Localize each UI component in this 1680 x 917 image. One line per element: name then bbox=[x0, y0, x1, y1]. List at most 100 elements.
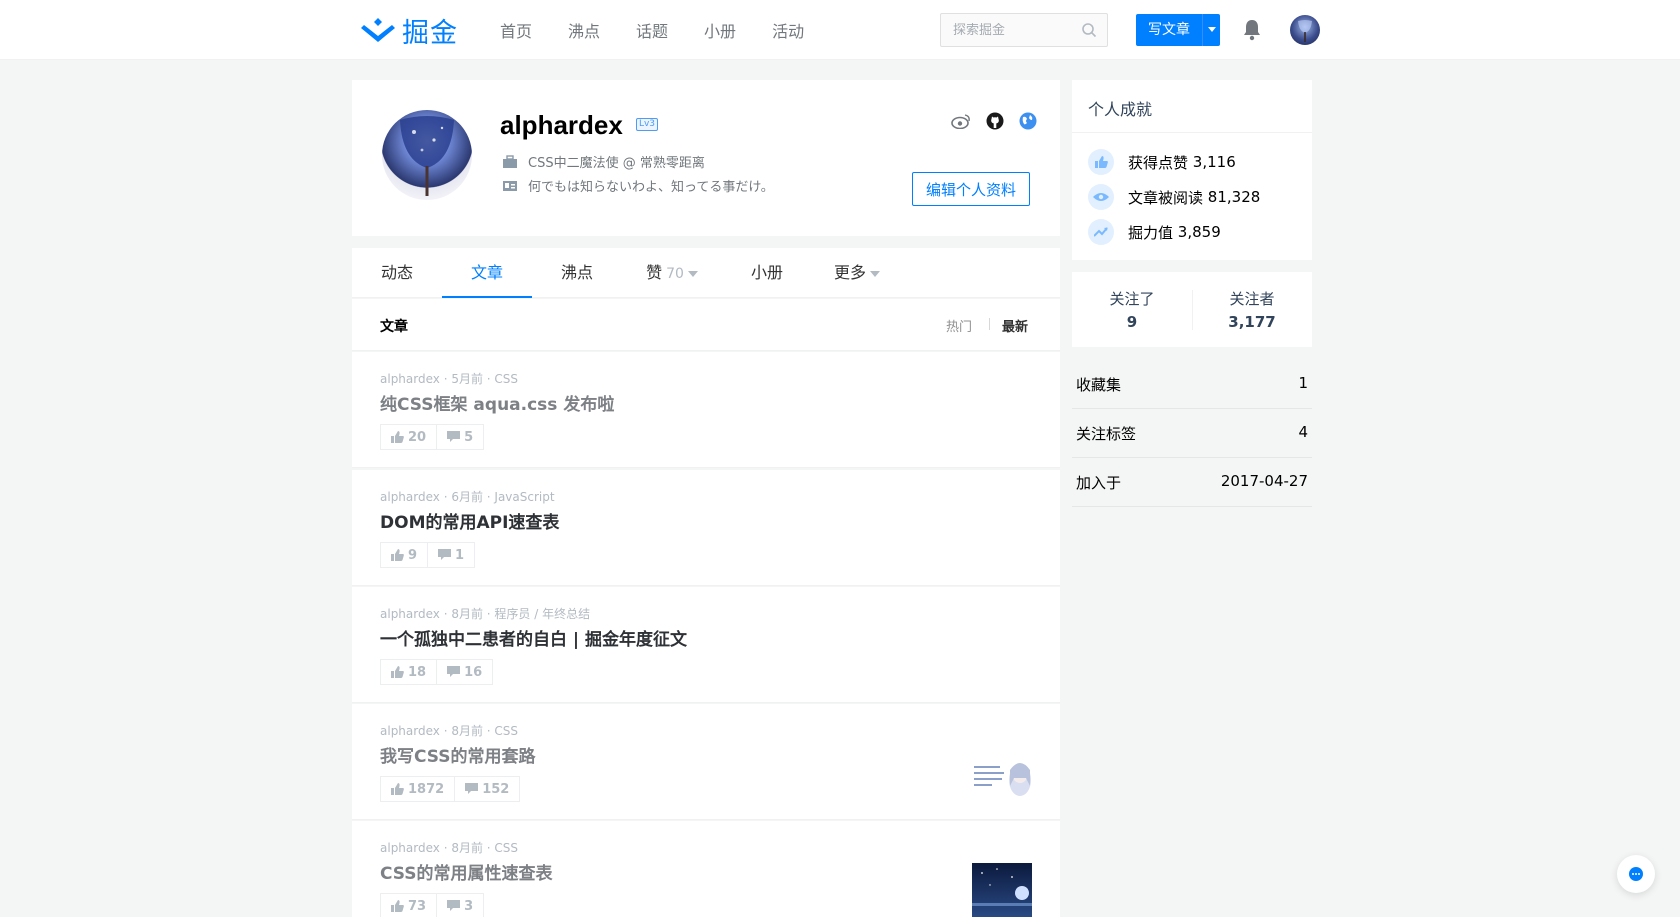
like-button[interactable]: 18 bbox=[380, 659, 438, 685]
profile-job-text: CSS中二魔法使 @ 常熟零距离 bbox=[528, 156, 705, 171]
comment-count: 16 bbox=[464, 664, 483, 680]
tab-articles[interactable]: 文章 bbox=[442, 248, 532, 298]
trend-up-icon bbox=[1088, 219, 1114, 245]
globe-icon bbox=[1019, 112, 1037, 130]
id-card-icon bbox=[503, 180, 517, 191]
user-avatar[interactable] bbox=[1290, 15, 1320, 45]
tab-books[interactable]: 小册 bbox=[722, 248, 812, 298]
tab-activity-label: 动态 bbox=[380, 263, 413, 282]
profile-bio: 何でもは知らないわよ、知ってる事だけ。 bbox=[502, 176, 774, 195]
write-menu-toggle[interactable] bbox=[1202, 14, 1220, 46]
article-meta: alphardex · 8月前 · 程序员 / 年终总结 bbox=[380, 607, 591, 621]
article-thumbnail-anime-icon bbox=[972, 746, 1032, 806]
nav-pins[interactable]: 沸点 bbox=[568, 18, 600, 42]
search-input[interactable] bbox=[953, 22, 1073, 38]
write-article-button[interactable]: 写文章 bbox=[1136, 14, 1202, 46]
avatar-wineglass-icon bbox=[400, 116, 454, 196]
stat-tags[interactable]: 关注标签 4 bbox=[1072, 409, 1312, 458]
github-link[interactable] bbox=[984, 110, 1006, 132]
comment-button[interactable]: 16 bbox=[437, 659, 494, 685]
tab-pins[interactable]: 沸点 bbox=[532, 248, 622, 298]
article-item[interactable]: alphardex · 8月前 · CSS 我写CSS的常用套路 1872 15… bbox=[352, 704, 1060, 820]
following-stat[interactable]: 关注了 9 bbox=[1072, 288, 1192, 331]
profile-bio-text: 何でもは知らないわよ、知ってる事だけ。 bbox=[528, 180, 774, 195]
followers-stat[interactable]: 关注者 3,177 bbox=[1192, 288, 1312, 331]
comment-button[interactable]: 1 bbox=[428, 542, 476, 568]
like-count: 73 bbox=[408, 898, 427, 914]
github-icon bbox=[986, 112, 1004, 130]
level-badge: Lv3 bbox=[636, 118, 658, 131]
nav-books[interactable]: 小册 bbox=[704, 18, 736, 42]
weibo-icon bbox=[951, 114, 970, 129]
profile-avatar bbox=[382, 110, 472, 200]
article-title[interactable]: 我写CSS的常用套路 bbox=[380, 742, 536, 767]
thumbs-up-icon bbox=[391, 431, 404, 443]
search-icon[interactable] bbox=[1081, 22, 1097, 38]
website-link[interactable] bbox=[1017, 110, 1039, 132]
tab-more[interactable]: 更多 bbox=[812, 248, 902, 298]
article-item[interactable]: alphardex · 8月前 · CSS CSS的常用属性速查表 73 3 bbox=[352, 821, 1060, 917]
achievement-reads: 文章被阅读 81,328 bbox=[1088, 184, 1260, 210]
article-actions: 73 3 bbox=[380, 893, 485, 917]
comment-button[interactable]: 3 bbox=[437, 893, 485, 917]
tab-books-label: 小册 bbox=[750, 263, 783, 282]
like-button[interactable]: 73 bbox=[380, 893, 438, 917]
sort-hot[interactable]: 热门 bbox=[946, 316, 972, 335]
like-button[interactable]: 1872 bbox=[380, 776, 456, 802]
tab-likes[interactable]: 赞 70 bbox=[622, 248, 722, 298]
tab-articles-label: 文章 bbox=[470, 263, 503, 282]
nav-events[interactable]: 活动 bbox=[772, 18, 804, 42]
article-title[interactable]: 纯CSS框架 aqua.css 发布啦 bbox=[380, 390, 614, 415]
like-button[interactable]: 20 bbox=[380, 424, 438, 450]
comment-count: 3 bbox=[464, 898, 474, 914]
feedback-chat-button[interactable] bbox=[1617, 855, 1655, 893]
tab-more-label: 更多 bbox=[833, 263, 866, 282]
profile-job: CSS中二魔法使 @ 常熟零距离 bbox=[502, 152, 705, 171]
achievement-reads-value: 81,328 bbox=[1207, 188, 1261, 206]
like-count: 18 bbox=[408, 664, 427, 680]
article-actions: 20 5 bbox=[380, 424, 485, 450]
article-actions: 1872 152 bbox=[380, 776, 521, 802]
avatar-glass-icon bbox=[1298, 20, 1312, 42]
search-box bbox=[940, 13, 1108, 47]
stat-collections[interactable]: 收藏集 1 bbox=[1072, 360, 1312, 409]
article-item[interactable]: alphardex · 6月前 · JavaScript DOM的常用API速查… bbox=[352, 470, 1060, 586]
achievement-power-label: 掘力值 bbox=[1128, 223, 1174, 242]
thumbs-up-icon bbox=[391, 549, 404, 561]
tab-pins-label: 沸点 bbox=[560, 263, 593, 282]
sort-divider bbox=[989, 318, 990, 330]
follow-card: 关注了 9 关注者 3,177 bbox=[1072, 272, 1312, 347]
article-title[interactable]: CSS的常用属性速查表 bbox=[380, 859, 553, 884]
thumbs-up-icon bbox=[391, 900, 404, 912]
bell-icon[interactable] bbox=[1242, 19, 1262, 41]
like-button[interactable]: 9 bbox=[380, 542, 429, 568]
site-logo[interactable]: 掘金 bbox=[360, 12, 458, 49]
article-title[interactable]: DOM的常用API速查表 bbox=[380, 508, 559, 533]
weibo-link[interactable] bbox=[950, 110, 972, 132]
article-item[interactable]: alphardex · 8月前 · 程序员 / 年终总结 一个孤独中二患者的自白… bbox=[352, 587, 1060, 703]
thumbs-up-icon bbox=[391, 666, 404, 678]
tab-activity[interactable]: 动态 bbox=[352, 248, 442, 298]
logo-text: 掘金 bbox=[402, 17, 458, 49]
comment-count: 5 bbox=[464, 429, 474, 445]
comment-icon bbox=[447, 431, 461, 442]
like-count: 1872 bbox=[408, 781, 445, 797]
comment-count: 152 bbox=[482, 781, 510, 797]
caret-down-icon bbox=[687, 270, 698, 277]
stat-tags-value: 4 bbox=[1298, 423, 1308, 441]
edit-profile-button[interactable]: 编辑个人资料 bbox=[912, 172, 1030, 206]
achievement-power-value: 3,859 bbox=[1177, 223, 1221, 241]
top-header: 掘金 首页 沸点 话题 小册 活动 写文章 bbox=[0, 0, 1680, 60]
comment-button[interactable]: 152 bbox=[455, 776, 521, 802]
list-title: 文章 bbox=[380, 319, 408, 335]
article-meta: alphardex · 8月前 · CSS bbox=[380, 841, 519, 855]
thumbs-up-icon bbox=[391, 783, 404, 795]
nav-topics[interactable]: 话题 bbox=[636, 18, 668, 42]
comment-button[interactable]: 5 bbox=[437, 424, 485, 450]
article-item[interactable]: alphardex · 5月前 · CSS 纯CSS框架 aqua.css 发布… bbox=[352, 352, 1060, 468]
stat-collections-value: 1 bbox=[1298, 374, 1308, 392]
article-actions: 18 16 bbox=[380, 659, 494, 685]
sort-newest[interactable]: 最新 bbox=[1002, 316, 1028, 335]
nav-home[interactable]: 首页 bbox=[500, 18, 532, 42]
article-title[interactable]: 一个孤独中二患者的自白 | 掘金年度征文 bbox=[380, 625, 687, 650]
